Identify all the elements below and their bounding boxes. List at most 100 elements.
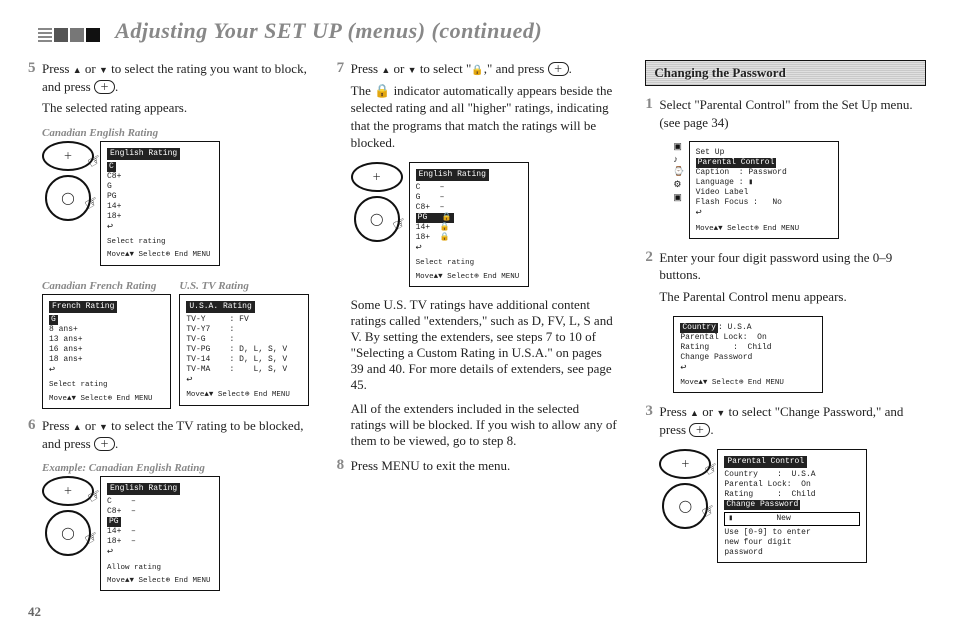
- down-arrow-icon: [408, 61, 417, 76]
- return-icon: [107, 223, 113, 232]
- osd-hint: password: [724, 548, 860, 558]
- osd-footer-2: Move▲▼ Select⊕ End MENU: [49, 394, 164, 404]
- enter-key-icon: ＋: [94, 437, 115, 451]
- return-icon: [696, 209, 702, 218]
- step-5: 5 Press or to select the rating you want…: [28, 60, 309, 121]
- osd-item: 16 ans+: [49, 345, 164, 355]
- osd-item: C –: [416, 183, 522, 193]
- step-8-number: 8: [337, 457, 351, 479]
- osd-title: U.S.A. Rating: [186, 301, 254, 313]
- osd-locked-ratings: English Rating C – G – C8+ – PG 🔒 14+ 🔒 …: [409, 162, 529, 287]
- c3-figure-2: Country: U.S.A Parental Lock: On Rating …: [673, 316, 926, 394]
- step-6: 6 Press or to select the TV rating to be…: [28, 417, 309, 456]
- c3-step-2: 2 Enter your four digit password using t…: [645, 249, 926, 310]
- return-icon: [680, 364, 686, 373]
- osd-item: 18+: [107, 212, 213, 222]
- osd-item: Rating : Child: [724, 490, 860, 500]
- osd-item: Video Label: [696, 188, 832, 198]
- osd-setup-menu: Set Up Parental Control Caption : Passwo…: [689, 141, 839, 239]
- osd-item: Language : ▮: [696, 178, 832, 188]
- osd-item: C8+ –: [416, 203, 522, 213]
- lock-icon: [471, 61, 483, 76]
- osd-item-selected: Parental Control: [696, 158, 777, 168]
- figure-5: ＋☞ ◯☞ English Rating C C8+ G PG 14+ 18+ …: [42, 141, 309, 266]
- return-icon: [49, 366, 55, 375]
- osd-canadian-french: French Rating G 8 ans+ 13 ans+ 16 ans+ 1…: [42, 294, 171, 409]
- fig5-caption: Canadian English Rating: [42, 127, 309, 139]
- osd-item: TV-PG : D, L, S, V: [186, 345, 301, 355]
- up-arrow-icon: [381, 61, 390, 76]
- osd-item-selected: Change Password: [724, 500, 800, 510]
- c3-step-3-number: 3: [645, 403, 659, 442]
- c3-step-2-number: 2: [645, 249, 659, 310]
- c3-step-3: 3 Press or to select "Change Password," …: [645, 403, 926, 442]
- osd-footer-2: Move▲▼ Select⊕ End MENU: [186, 390, 301, 400]
- step-7-para: The 🔒 indicator automatically appears be…: [351, 82, 618, 152]
- osd-item: C –: [107, 497, 213, 507]
- osd-item-selected: PG 🔒: [416, 213, 454, 223]
- c3-figure-3: ＋☞ ◯☞ Parental Control Country : U.S.A P…: [659, 449, 926, 563]
- rocker-button-icon: ＋: [351, 162, 403, 192]
- c3-step-3-text: Press or to select "Change Password," an…: [659, 403, 926, 438]
- osd-item: Caption : Password: [696, 168, 832, 178]
- column-2: 7 Press or to select "," and press ＋. Th…: [337, 60, 618, 601]
- osd-item: Parental Lock: On: [680, 333, 816, 343]
- osd-footer-1: Select rating: [107, 237, 213, 247]
- step-7-text: Press or to select "," and press ＋.: [351, 60, 618, 78]
- c3-step-1: 1 Select "Parental Control" from the Set…: [645, 96, 926, 135]
- osd-footer: Move▲▼ Select⊕ End MENU: [696, 224, 832, 234]
- rocker-button-icon: ＋☞: [42, 141, 94, 171]
- osd-item: Change Password: [680, 353, 816, 363]
- osd-item: TV-14 : D, L, S, V: [186, 355, 301, 365]
- step-8-text: Press MENU to exit the menu.: [351, 457, 618, 475]
- osd-item: 18+ 🔒: [416, 233, 522, 243]
- osd-item: PG: [107, 192, 213, 202]
- osd-item: 18+ –: [107, 537, 213, 547]
- figure-6: ＋☞ ◯☞ English Rating C – C8+ – PG 14+ – …: [42, 476, 309, 591]
- osd-footer-1: Select rating: [49, 380, 164, 390]
- osd-usa-rating: U.S.A. Rating TV-Y : FV TV-Y7 : TV-G : T…: [179, 294, 308, 406]
- osd-footer-2: Move▲▼ Select⊕ End MENU: [107, 250, 213, 260]
- up-arrow-icon: [73, 61, 82, 76]
- step-7-number: 7: [337, 60, 351, 156]
- step-5-result: The selected rating appears.: [42, 99, 309, 117]
- osd-item: 14+: [107, 202, 213, 212]
- return-icon: [416, 244, 422, 253]
- c3-step-2-text1: Enter your four digit password using the…: [659, 249, 926, 284]
- osd-item: 13 ans+: [49, 335, 164, 345]
- osd-item-selected: G: [49, 315, 58, 325]
- osd-item: 18 ans+: [49, 355, 164, 365]
- osd-parental-menu: Country: U.S.A Parental Lock: On Rating …: [673, 316, 823, 394]
- down-arrow-icon: [99, 61, 108, 76]
- osd-title: English Rating: [107, 148, 180, 160]
- osd-item: Parental Lock: On: [724, 480, 860, 490]
- osd-hint: Use [0-9] to enter: [724, 528, 860, 538]
- osd-footer-1: Select rating: [416, 258, 522, 268]
- column-1: 5 Press or to select the rating you want…: [28, 60, 309, 601]
- title-decoration: [38, 20, 102, 46]
- page-title: Adjusting Your SET UP (menus) (continued…: [38, 18, 926, 46]
- content-columns: 5 Press or to select the rating you want…: [28, 60, 926, 601]
- osd-footer-2: Move▲▼ Select⊕ End MENU: [107, 576, 213, 586]
- enter-key-icon: ＋: [548, 62, 569, 76]
- fig-caption-usa: U.S. TV Rating: [179, 280, 308, 292]
- c3-step-1-text: Select "Parental Control" from the Set U…: [659, 96, 926, 131]
- osd-footer: Move▲▼ Select⊕ End MENU: [680, 378, 816, 388]
- osd-item: Country : U.S.A: [724, 470, 860, 480]
- osd-title: French Rating: [49, 301, 117, 313]
- osd-item: 14+ 🔒: [416, 223, 522, 233]
- extenders-para-1: Some U.S. TV ratings have additional con…: [351, 297, 618, 393]
- enter-key-icon: ＋: [689, 423, 710, 437]
- down-arrow-icon: [716, 404, 725, 419]
- osd-item: TV-Y : FV: [186, 315, 301, 325]
- page-title-text: Adjusting Your SET UP (menus) (continued…: [115, 18, 542, 43]
- c3-step-2-text2: The Parental Control menu appears.: [659, 288, 926, 306]
- osd-hint: new four digit: [724, 538, 860, 548]
- osd-item: Rating : Child: [680, 343, 816, 353]
- osd-example-english: English Rating C – C8+ – PG 14+ – 18+ – …: [100, 476, 220, 591]
- osd-title: English Rating: [107, 483, 180, 495]
- step-8: 8 Press MENU to exit the menu.: [337, 457, 618, 479]
- osd-item: G –: [416, 193, 522, 203]
- c3-figure-1: ▣♪⌚⚙▣ Set Up Parental Control Caption : …: [673, 141, 926, 239]
- fig-caption-french: Canadian French Rating: [42, 280, 171, 292]
